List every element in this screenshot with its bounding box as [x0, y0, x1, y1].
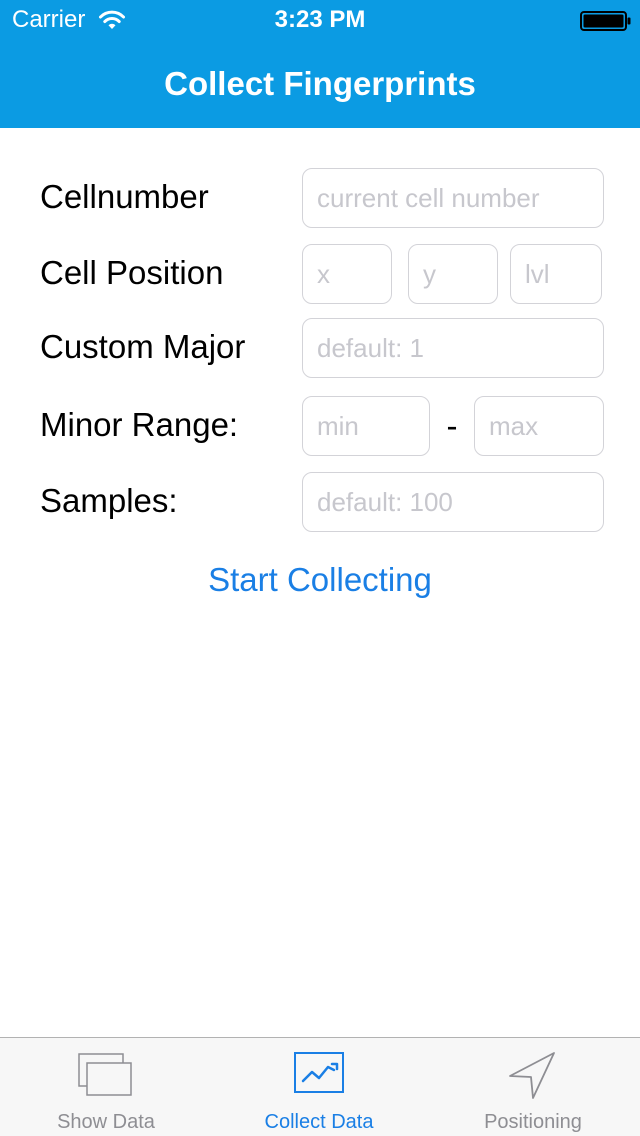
screen: Carrier 3:23 PM Collect Fingerprints Cel… — [0, 0, 640, 1136]
minor-range-max-input[interactable] — [474, 396, 604, 456]
cellnumber-label: Cellnumber — [40, 178, 209, 215]
status-bar: Carrier 3:23 PM — [0, 0, 640, 40]
tab-bar: Show Data Collect Data Positioning — [0, 1037, 640, 1136]
clock-time: 3:23 PM — [274, 6, 366, 33]
cell-position-label: Cell Position — [40, 254, 224, 291]
tab-show-data[interactable]: Show Data — [0, 1038, 212, 1136]
tab-label: Collect Data — [264, 1111, 374, 1133]
tab-positioning[interactable]: Positioning — [426, 1038, 640, 1136]
stacked-windows-icon — [78, 1053, 132, 1096]
line-chart-icon — [294, 1052, 344, 1093]
tab-label: Positioning — [484, 1111, 582, 1133]
start-collecting-button[interactable]: Start Collecting — [0, 560, 640, 600]
cell-position-lvl-input[interactable] — [510, 244, 602, 304]
location-arrow-icon — [509, 1052, 555, 1099]
tab-label: Show Data — [57, 1111, 155, 1133]
tab-collect-data[interactable]: Collect Data — [212, 1038, 426, 1136]
page-title: Collect Fingerprints — [164, 65, 476, 102]
cell-position-y-input[interactable] — [408, 244, 498, 304]
range-separator: - — [446, 407, 458, 444]
samples-label: Samples: — [40, 482, 178, 519]
navigation-header: Carrier 3:23 PM Collect Fingerprints — [0, 0, 640, 128]
samples-input[interactable] — [302, 472, 604, 532]
minor-range-min-input[interactable] — [302, 396, 430, 456]
custom-major-label: Custom Major — [40, 328, 246, 365]
cellnumber-input[interactable] — [302, 168, 604, 228]
custom-major-input[interactable] — [302, 318, 604, 378]
cell-position-x-input[interactable] — [302, 244, 392, 304]
minor-range-label: Minor Range: — [40, 406, 239, 443]
battery-icon — [580, 11, 631, 31]
